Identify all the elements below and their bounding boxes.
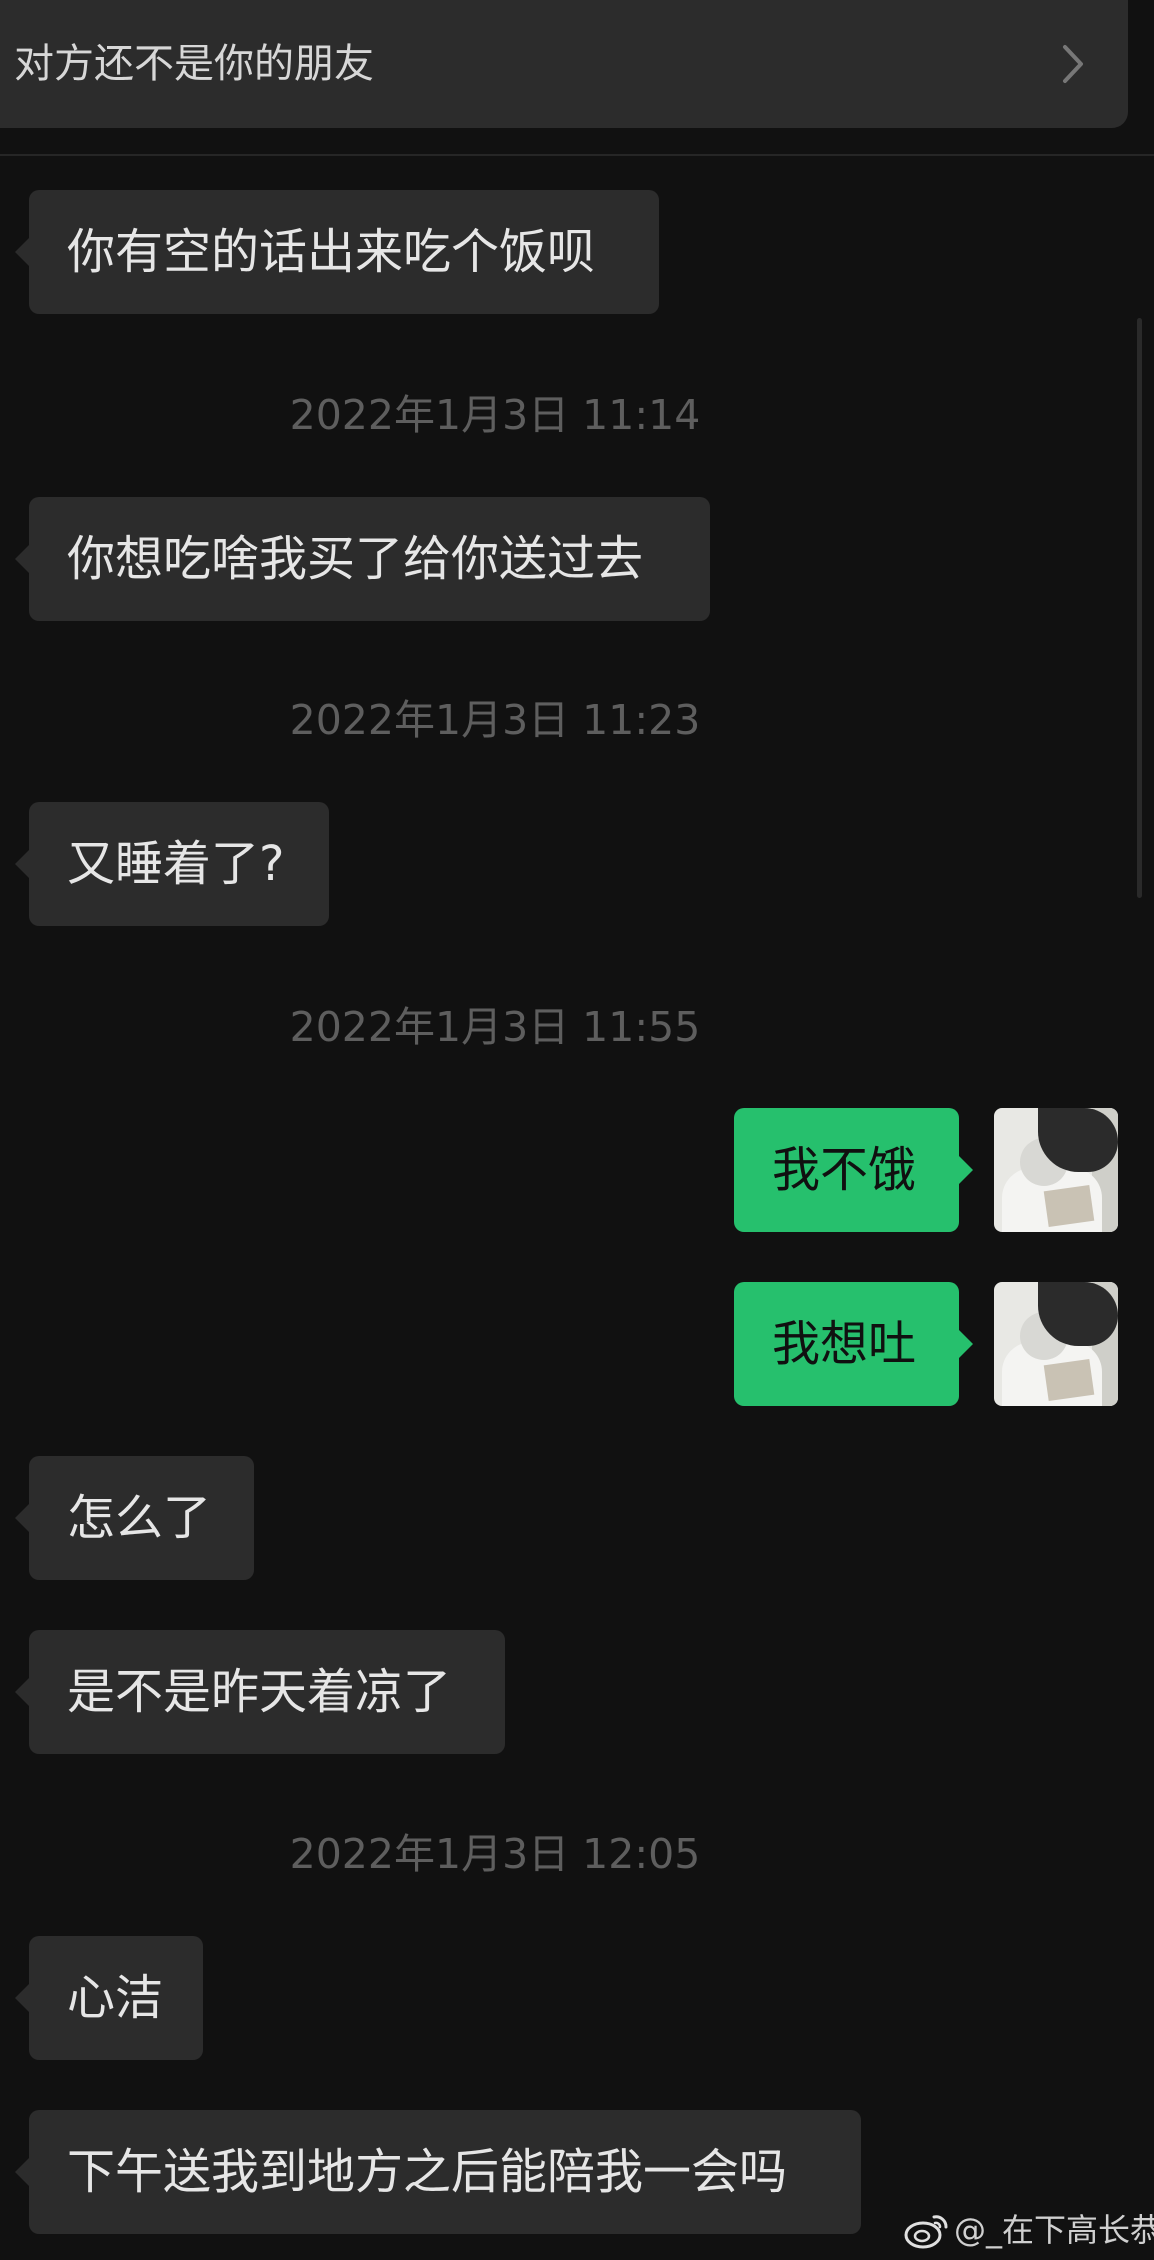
avatar[interactable] (994, 1108, 1118, 1232)
stranger-notice-text: 对方还不是你的朋友 (14, 41, 374, 87)
avatar[interactable] (994, 1282, 1118, 1406)
incoming-message-bubble[interactable]: 心洁 (15, 1936, 203, 2060)
weibo-icon (904, 2215, 948, 2249)
scrollbar[interactable] (1137, 318, 1142, 898)
incoming-message-bubble[interactable]: 你有空的话出来吃个饭呗 (15, 190, 659, 314)
timestamp: 2022年1月3日 11:14 (289, 391, 701, 439)
incoming-message-bubble[interactable]: 怎么了 (15, 1456, 254, 1580)
incoming-message-bubble[interactable]: 下午送我到地方之后能陪我一会吗 (15, 2110, 861, 2234)
timestamp: 2022年1月3日 12:05 (289, 1830, 701, 1878)
header-divider (0, 154, 1154, 156)
outgoing-message-bubble[interactable]: 我不饿 (734, 1108, 973, 1232)
incoming-message-bubble[interactable]: 是不是昨天着凉了 (15, 1630, 505, 1754)
outgoing-message-bubble[interactable]: 我想吐 (734, 1282, 973, 1406)
incoming-message-bubble[interactable]: 又睡着了? (15, 802, 329, 926)
timestamp: 2022年1月3日 11:23 (289, 696, 701, 744)
chevron-right-icon (1063, 45, 1083, 83)
watermark-text: @_在下高长恭 (954, 2211, 1154, 2249)
timestamp: 2022年1月3日 11:55 (289, 1003, 701, 1051)
incoming-message-bubble[interactable]: 你想吃啥我买了给你送过去 (15, 497, 710, 621)
stranger-notice-bar[interactable]: 对方还不是你的朋友 (0, 0, 1128, 128)
